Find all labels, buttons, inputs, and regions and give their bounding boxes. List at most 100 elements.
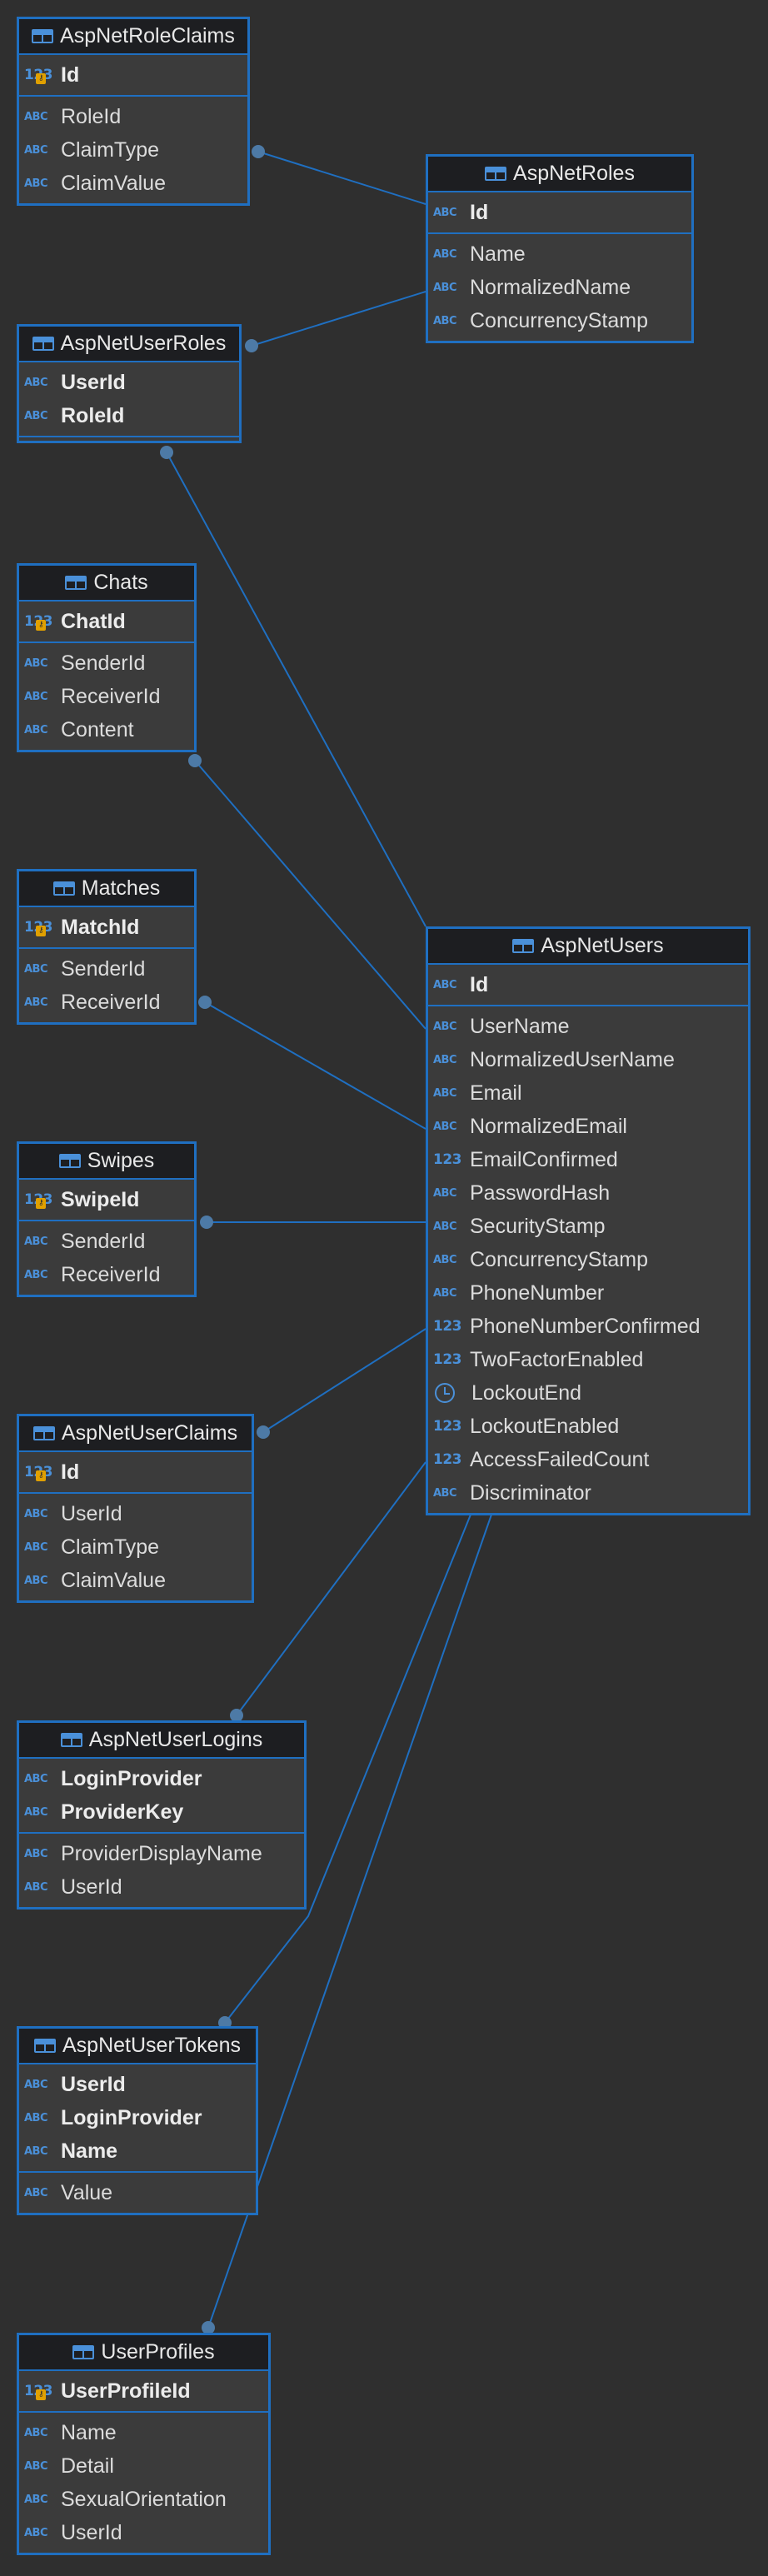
column-swipe-id[interactable]: 123⚷SwipeId <box>19 1183 194 1216</box>
column-name: Name <box>61 2139 118 2163</box>
relation-asp-net-user-roles-to-asp-net-users[interactable] <box>166 452 426 927</box>
column-user-id[interactable]: ABC UserId <box>19 1497 252 1530</box>
relation-asp-net-user-roles-to-asp-net-roles[interactable] <box>251 291 426 347</box>
relation-asp-net-user-logins-to-asp-net-users[interactable] <box>236 1461 426 1716</box>
column-normalized-name[interactable]: ABC NormalizedName <box>428 271 691 304</box>
column-id[interactable]: 123⚷Id <box>19 58 247 92</box>
column-value[interactable]: ABC Value <box>19 2176 256 2209</box>
column-access-failed-count[interactable]: 123 AccessFailedCount <box>428 1443 748 1476</box>
column-concurrency-stamp[interactable]: ABC ConcurrencyStamp <box>428 304 691 337</box>
entity-asp-net-roles[interactable]: AspNetRoles ABC Id ABC Name ABC NormalizedName… <box>426 154 694 343</box>
column-user-name[interactable]: ABC UserName <box>428 1010 748 1043</box>
column-provider-display-name[interactable]: ABC ProviderDisplayName <box>19 1837 304 1870</box>
entity-asp-net-user-logins[interactable]: AspNetUserLogins ABC LoginProvider ABC Provi… <box>17 1720 307 1910</box>
table-icon <box>60 1733 82 1747</box>
column-lockout-enabled[interactable]: 123 LockoutEnabled <box>428 1410 748 1443</box>
column-login-provider[interactable]: ABC LoginProvider <box>19 1762 304 1795</box>
column-user-id[interactable]: ABC UserId <box>19 366 239 399</box>
entity-header[interactable]: AspNetRoleClaims <box>19 19 247 55</box>
numeric-type-icon: 123⚷ <box>24 2383 57 2400</box>
column-id[interactable]: ABC Id <box>428 968 748 1001</box>
column-normalized-email[interactable]: ABC NormalizedEmail <box>428 1110 748 1143</box>
entity-chats[interactable]: Chats123⚷ChatId ABCSenderIdABCReceiverIdA… <box>17 563 197 752</box>
entity-swipes[interactable]: Swipes 123⚷SwipeId ABC SenderId ABC ReceiverI… <box>17 1141 197 1297</box>
column-name: Id <box>61 62 80 87</box>
relation-chats-to-asp-net-users[interactable] <box>194 760 426 1030</box>
key-columns: 123⚷MatchId <box>19 907 194 949</box>
column-claim-value[interactable]: ABC ClaimValue <box>19 1564 252 1597</box>
entity-header[interactable]: AspNetUsers <box>428 929 748 965</box>
entity-header[interactable]: Matches <box>19 871 194 907</box>
key-columns: ABC UserId ABC RoleId <box>19 362 239 437</box>
column-name: PasswordHash <box>470 1181 611 1205</box>
entity-header[interactable]: UserProfiles <box>19 2335 268 2371</box>
column-user-profile-id[interactable]: 123⚷UserProfileId <box>19 2374 268 2408</box>
column-provider-key[interactable]: ABC ProviderKey <box>19 1795 304 1829</box>
column-match-id[interactable]: 123⚷MatchId <box>19 911 194 944</box>
entity-header[interactable]: Swipes <box>19 1144 194 1180</box>
entity-asp-net-users[interactable]: AspNetUsers ABC Id ABC UserName ABC Normalized… <box>426 926 751 1515</box>
column-name: UserId <box>61 2072 126 2096</box>
column-login-provider[interactable]: ABC LoginProvider <box>19 2101 256 2134</box>
entity-header[interactable]: AspNetUserLogins <box>19 1723 304 1759</box>
entity-asp-net-user-claims[interactable]: AspNetUserClaims 123⚷Id ABC UserId ABC ClaimT… <box>17 1414 254 1603</box>
column-two-factor-enabled[interactable]: 123 TwoFactorEnabled <box>428 1343 748 1376</box>
column-phone-number-confirmed[interactable]: 123 PhoneNumberConfirmed <box>428 1310 748 1343</box>
text-type-icon: ABC <box>433 1186 457 1200</box>
column-receiver-id[interactable]: ABC ReceiverId <box>19 1258 194 1291</box>
relation-endpoint-dot <box>198 996 212 1009</box>
column-name[interactable]: ABC Name <box>428 237 691 271</box>
column-sender-id[interactable]: ABC SenderId <box>19 952 194 986</box>
relation-endpoint-dot <box>257 1425 270 1439</box>
column-receiver-id[interactable]: ABC ReceiverId <box>19 680 194 713</box>
column-claim-type[interactable]: ABC ClaimType <box>19 133 247 167</box>
entity-header[interactable]: AspNetUserRoles <box>19 327 239 362</box>
column-receiver-id[interactable]: ABC ReceiverId <box>19 986 194 1019</box>
column-lockout-end[interactable]: LockoutEnd <box>428 1376 748 1410</box>
entity-user-profiles[interactable]: UserProfiles 123⚷UserProfileId ABC Name ABC D… <box>17 2333 271 2555</box>
column-discriminator[interactable]: ABC Discriminator <box>428 1476 748 1510</box>
column-concurrency-stamp[interactable]: ABC ConcurrencyStamp <box>428 1243 748 1276</box>
column-user-id[interactable]: ABC UserId <box>19 2068 256 2101</box>
column-sender-id[interactable]: ABC SenderId <box>19 1225 194 1258</box>
column-claim-type[interactable]: ABC ClaimType <box>19 1530 252 1564</box>
entity-asp-net-role-claims[interactable]: AspNetRoleClaims 123⚷Id ABC RoleId ABC ClaimT… <box>17 17 250 206</box>
relation-asp-net-role-claims-to-asp-net-roles[interactable] <box>257 151 426 205</box>
key-icon: ⚷ <box>36 620 46 631</box>
column-role-id[interactable]: ABC RoleId <box>19 100 247 133</box>
column-user-id[interactable]: ABC UserId <box>19 1870 304 1904</box>
table-icon <box>32 29 54 43</box>
column-normalized-user-name[interactable]: ABC NormalizedUserName <box>428 1043 748 1076</box>
column-name: ProviderKey <box>61 1800 184 1824</box>
column-id[interactable]: ABC Id <box>428 196 691 229</box>
column-email[interactable]: ABC Email <box>428 1076 748 1110</box>
column-security-stamp[interactable]: ABC SecurityStamp <box>428 1210 748 1243</box>
text-type-icon: ABC <box>24 690 48 703</box>
key-columns: ABC UserId ABC LoginProvider ABC Name <box>19 2064 256 2173</box>
column-claim-value[interactable]: ABC ClaimValue <box>19 167 247 200</box>
column-chat-id[interactable]: 123⚷ChatId <box>19 605 194 638</box>
relation-asp-net-user-claims-to-asp-net-users[interactable] <box>262 1328 426 1433</box>
entity-header[interactable]: Chats <box>19 566 194 602</box>
column-sexual-orientation[interactable]: ABC SexualOrientation <box>19 2483 268 2516</box>
entity-header[interactable]: AspNetUserTokens <box>19 2029 256 2064</box>
column-phone-number[interactable]: ABC PhoneNumber <box>428 1276 748 1310</box>
column-name[interactable]: ABC Name <box>19 2134 256 2168</box>
column-role-id[interactable]: ABC RoleId <box>19 399 239 432</box>
column-name: SenderId <box>61 956 146 981</box>
column-sender-id[interactable]: ABC SenderId <box>19 646 194 680</box>
column-user-id[interactable]: ABC UserId <box>19 2516 268 2549</box>
entity-asp-net-user-tokens[interactable]: AspNetUserTokens ABC UserId ABC LoginProvide… <box>17 2026 258 2215</box>
column-detail[interactable]: ABC Detail <box>19 2449 268 2483</box>
column-id[interactable]: 123⚷Id <box>19 1455 252 1489</box>
entity-asp-net-user-roles[interactable]: AspNetUserRoles ABC UserId ABC RoleId <box>17 324 242 443</box>
entity-matches[interactable]: Matches 123⚷MatchId ABC SenderId ABC Receiver… <box>17 869 197 1025</box>
column-name[interactable]: ABC Name <box>19 2416 268 2449</box>
column-name: Name <box>61 2420 117 2444</box>
entity-header[interactable]: AspNetUserClaims <box>19 1416 252 1452</box>
column-content[interactable]: ABC Content <box>19 713 194 746</box>
entity-header[interactable]: AspNetRoles <box>428 157 691 192</box>
column-password-hash[interactable]: ABC PasswordHash <box>428 1176 748 1210</box>
relation-matches-to-asp-net-users[interactable] <box>204 1001 426 1130</box>
column-email-confirmed[interactable]: 123 EmailConfirmed <box>428 1143 748 1176</box>
